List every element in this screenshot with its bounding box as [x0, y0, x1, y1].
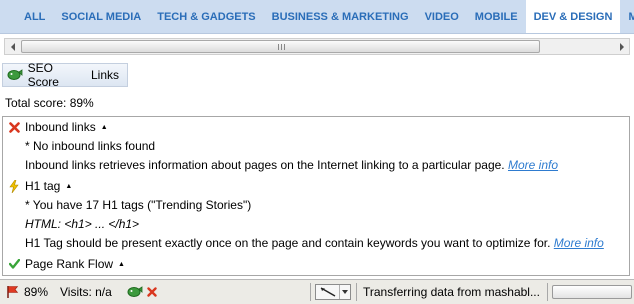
- red-cross-icon[interactable]: [147, 280, 157, 304]
- h1-tag-header: H1 tag ▲: [7, 179, 72, 193]
- pointer-tool-button[interactable]: [315, 284, 351, 300]
- seo-report: Inbound links ▲ * No inbound links found…: [2, 116, 630, 276]
- pointer-icon: [316, 285, 340, 299]
- total-score: Total score: 89%: [5, 96, 94, 110]
- collapse-caret-icon[interactable]: ▲: [65, 183, 72, 190]
- h1-tag-description: H1 Tag should be present exactly once on…: [25, 236, 604, 250]
- nav-item-video[interactable]: VIDEO: [417, 0, 467, 33]
- inbound-links-detail: * No inbound links found: [25, 139, 156, 153]
- page-rank-flow-title: Page Rank Flow: [25, 257, 114, 271]
- status-visits: Visits: n/a: [60, 285, 112, 299]
- red-cross-icon: [7, 120, 21, 134]
- status-message: Transferring data from mashabl...: [363, 285, 540, 299]
- chevron-down-icon: [340, 290, 350, 294]
- collapse-caret-icon[interactable]: ▲: [118, 261, 125, 268]
- green-check-icon: [7, 257, 21, 271]
- lightning-warning-icon: [7, 179, 21, 193]
- nav-item-dev-design[interactable]: DEV & DESIGN: [525, 0, 621, 33]
- tab-links[interactable]: Links: [91, 68, 119, 82]
- scroll-left-button[interactable]: [5, 39, 20, 54]
- nav-item-tech-gadgets[interactable]: TECH & GADGETS: [149, 0, 263, 33]
- inbound-links-header: Inbound links ▲: [7, 120, 108, 134]
- h1-tag-detail: * You have 17 H1 tags ("Trending Stories…: [25, 198, 252, 212]
- inbound-links-title: Inbound links: [25, 120, 96, 134]
- scrollbar-thumb[interactable]: [21, 40, 540, 53]
- collapse-caret-icon[interactable]: ▲: [101, 124, 108, 131]
- status-divider: [356, 283, 357, 301]
- inbound-links-description: Inbound links retrieves information abou…: [25, 158, 558, 172]
- arrow-right-icon: [619, 42, 624, 51]
- status-divider: [310, 283, 311, 301]
- h1-tag-html: HTML: <h1> ... </h1>: [25, 217, 140, 231]
- nav-item-media[interactable]: MEDIA: [620, 0, 634, 33]
- seo-panel-tabs: SEO Score Links: [2, 61, 128, 89]
- tab-seo-score[interactable]: SEO Score: [28, 61, 83, 89]
- grip-icon: [277, 44, 285, 50]
- seo-quake-status-icon[interactable]: [127, 280, 143, 304]
- arrow-left-icon: [10, 42, 15, 51]
- nav-item-mobile[interactable]: MOBILE: [467, 0, 526, 33]
- status-bar: 89% Visits: n/a Transferring data from m…: [0, 279, 634, 304]
- h1-tag-description-text: H1 Tag should be present exactly once on…: [25, 236, 551, 250]
- seo-score-status[interactable]: 89%: [6, 280, 48, 304]
- nav-item-social-media[interactable]: SOCIAL MEDIA: [53, 0, 149, 33]
- nav-item-all[interactable]: ALL: [0, 0, 53, 33]
- h1-tag-more-info-link[interactable]: More info: [554, 236, 604, 250]
- horizontal-scrollbar[interactable]: [4, 38, 630, 55]
- inbound-links-more-info-link[interactable]: More info: [508, 158, 558, 172]
- red-flag-icon: [6, 285, 19, 299]
- status-score: 89%: [24, 285, 49, 299]
- seo-quake-icon: [7, 68, 24, 82]
- h1-tag-title: H1 tag: [25, 179, 61, 193]
- category-nav: ALL SOCIAL MEDIA TECH & GADGETS BUSINESS…: [0, 0, 634, 34]
- scroll-right-button[interactable]: [614, 39, 629, 54]
- status-divider: [547, 283, 548, 301]
- page-rank-flow-header: Page Rank Flow ▲: [7, 257, 125, 271]
- loading-progress-bar: [552, 285, 632, 299]
- inbound-links-description-text: Inbound links retrieves information abou…: [25, 158, 505, 172]
- nav-item-business-marketing[interactable]: BUSINESS & MARKETING: [264, 0, 417, 33]
